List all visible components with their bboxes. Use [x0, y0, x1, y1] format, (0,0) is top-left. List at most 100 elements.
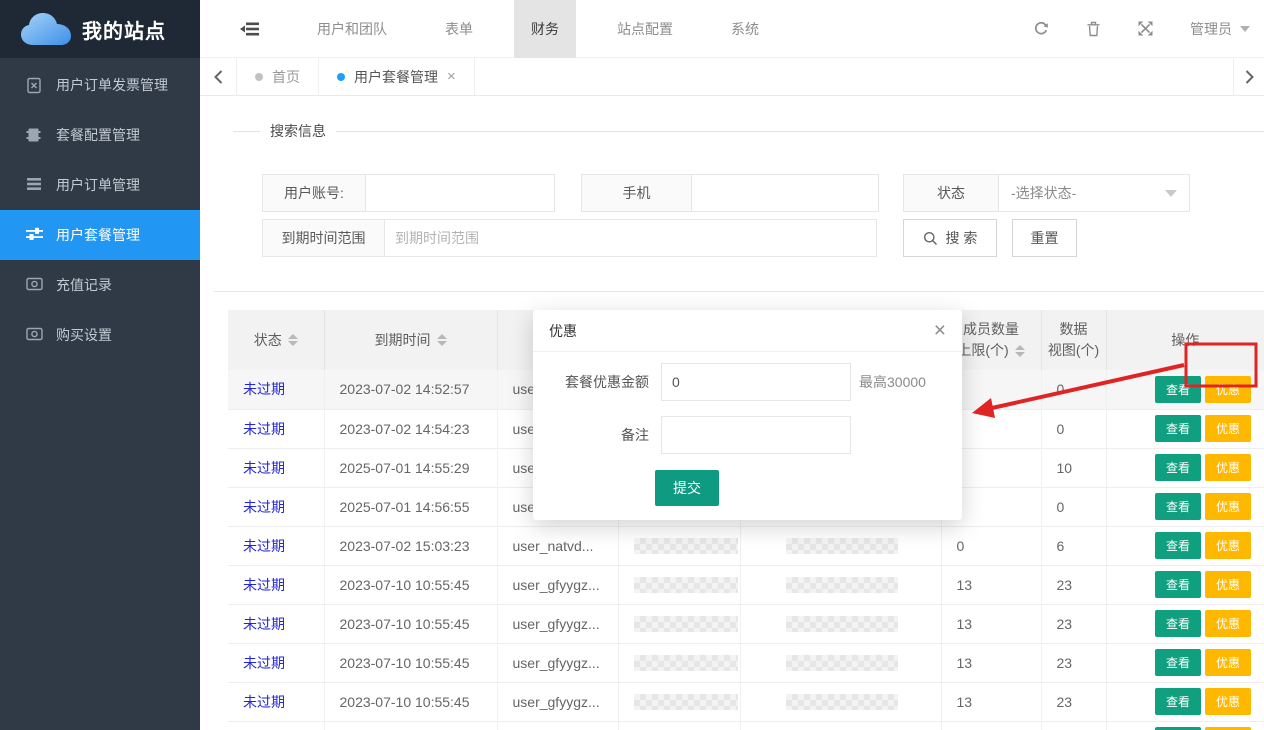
- actions-cell: 查看优惠: [1106, 409, 1264, 448]
- discount-button[interactable]: 优惠: [1205, 688, 1251, 715]
- table-row: 未过期2023-07-10 10:55:45user_gfyygz...1323…: [228, 721, 1264, 730]
- view-button[interactable]: 查看: [1155, 610, 1201, 637]
- expire-time-cell: 2023-07-10 10:55:45: [324, 682, 497, 721]
- discount-button[interactable]: 优惠: [1205, 376, 1251, 403]
- sidebar-item[interactable]: 套餐配置管理: [0, 110, 200, 160]
- expire-time-cell: 2023-07-10 10:55:45: [324, 565, 497, 604]
- nav-item[interactable]: 用户和团队: [300, 0, 404, 58]
- modal-header: 优惠 ×: [533, 310, 962, 352]
- trash-icon[interactable]: [1086, 21, 1101, 37]
- column-header: 操作: [1106, 310, 1264, 370]
- status-badge[interactable]: 未过期: [243, 616, 285, 632]
- column-header[interactable]: 状态: [228, 310, 324, 370]
- table-row: 未过期2023-07-10 10:55:45user_gfyygz...1323…: [228, 682, 1264, 721]
- status-badge[interactable]: 未过期: [243, 655, 285, 671]
- discount-button[interactable]: 优惠: [1205, 454, 1251, 481]
- search-button[interactable]: 搜 索: [903, 219, 997, 257]
- discount-button[interactable]: 优惠: [1205, 610, 1251, 637]
- tab[interactable]: 首页: [237, 58, 319, 95]
- tab-close-icon[interactable]: ×: [447, 69, 456, 84]
- sidebar-item[interactable]: 用户套餐管理: [0, 210, 200, 260]
- sidebar-menu: 用户订单发票管理套餐配置管理用户订单管理用户套餐管理充值记录购买设置: [0, 58, 200, 360]
- discount-button[interactable]: 优惠: [1205, 571, 1251, 598]
- actions-cell: 查看优惠: [1106, 682, 1264, 721]
- tab-label: 首页: [272, 67, 300, 87]
- discount-button[interactable]: 优惠: [1205, 649, 1251, 676]
- view-button[interactable]: 查看: [1155, 376, 1201, 403]
- expire-time-cell: 2023-07-02 15:03:23: [324, 526, 497, 565]
- table-row: 未过期2023-07-10 10:55:45user_gfyygz...1323…: [228, 604, 1264, 643]
- tabs-scroll-left-icon[interactable]: [200, 58, 237, 95]
- sort-icon[interactable]: [288, 334, 298, 346]
- data-view-cell: 23: [1041, 565, 1106, 604]
- view-button[interactable]: 查看: [1155, 571, 1201, 598]
- sidebar-item[interactable]: 用户订单发票管理: [0, 60, 200, 110]
- sidebar-item[interactable]: 充值记录: [0, 260, 200, 310]
- actions-cell: 查看优惠: [1106, 721, 1264, 730]
- sidebar-item-label: 用户套餐管理: [56, 225, 140, 245]
- sidebar-item-label: 用户订单管理: [56, 175, 140, 195]
- column-header[interactable]: 到期时间: [324, 310, 497, 370]
- view-button[interactable]: 查看: [1155, 415, 1201, 442]
- blurred-username: [786, 538, 898, 554]
- actions-cell: 查看优惠: [1106, 604, 1264, 643]
- sidebar: 我的站点 用户订单发票管理套餐配置管理用户订单管理用户套餐管理充值记录购买设置: [0, 0, 200, 730]
- status-select[interactable]: -选择状态-: [998, 174, 1190, 212]
- remark-input[interactable]: [661, 416, 851, 454]
- discount-button[interactable]: 优惠: [1205, 493, 1251, 520]
- blurred-phone: [634, 616, 738, 632]
- fullscreen-icon[interactable]: [1138, 21, 1153, 36]
- status-badge[interactable]: 未过期: [243, 538, 285, 554]
- status-badge[interactable]: 未过期: [243, 499, 285, 515]
- account-cell: user_natvd...: [497, 526, 618, 565]
- view-button[interactable]: 查看: [1155, 532, 1201, 559]
- status-badge[interactable]: 未过期: [243, 381, 285, 397]
- phone-cell: [618, 565, 740, 604]
- status-badge[interactable]: 未过期: [243, 421, 285, 437]
- sort-icon[interactable]: [1015, 345, 1025, 357]
- status-badge[interactable]: 未过期: [243, 460, 285, 476]
- sort-icon[interactable]: [437, 334, 447, 346]
- invoice-file-icon: [26, 77, 43, 94]
- discount-amount-label: 套餐优惠金额: [533, 372, 661, 392]
- modal-close-icon[interactable]: ×: [934, 320, 946, 341]
- status-badge[interactable]: 未过期: [243, 694, 285, 710]
- view-button[interactable]: 查看: [1155, 454, 1201, 481]
- member-limit-cell: 13: [941, 604, 1041, 643]
- sidebar-item[interactable]: 购买设置: [0, 310, 200, 360]
- nav-item[interactable]: 财务: [514, 0, 576, 58]
- collapse-sidebar-icon[interactable]: [240, 20, 260, 38]
- member-limit-cell: 13: [941, 721, 1041, 730]
- logo: 我的站点: [0, 0, 200, 58]
- phone-input[interactable]: [691, 174, 879, 212]
- reset-button[interactable]: 重置: [1012, 219, 1077, 257]
- table-row: 未过期2023-07-02 15:03:23user_natvd...06查看优…: [228, 526, 1264, 565]
- discount-button[interactable]: 优惠: [1205, 532, 1251, 559]
- view-button[interactable]: 查看: [1155, 649, 1201, 676]
- view-button[interactable]: 查看: [1155, 688, 1201, 715]
- modal-title: 优惠: [549, 321, 577, 341]
- data-view-cell: 23: [1041, 721, 1106, 730]
- view-button[interactable]: 查看: [1155, 493, 1201, 520]
- account-input[interactable]: [365, 174, 555, 212]
- blurred-username: [786, 655, 898, 671]
- tabs-scroll-right-icon[interactable]: [1233, 58, 1264, 95]
- submit-button[interactable]: 提交: [655, 470, 719, 506]
- package-config-icon: [26, 127, 43, 144]
- admin-menu[interactable]: 管理员: [1190, 19, 1250, 39]
- sidebar-item[interactable]: 用户订单管理: [0, 160, 200, 210]
- select-caret-icon: [1165, 190, 1177, 197]
- expire-range-input[interactable]: [384, 219, 877, 257]
- tab[interactable]: 用户套餐管理×: [319, 58, 475, 95]
- username-cell: [740, 721, 941, 730]
- nav-item[interactable]: 表单: [428, 0, 490, 58]
- app-window: 我的站点 用户订单发票管理套餐配置管理用户订单管理用户套餐管理充值记录购买设置 …: [0, 0, 1264, 730]
- discount-amount-input[interactable]: [661, 363, 851, 401]
- reset-button-label: 重置: [1031, 228, 1059, 248]
- nav-item[interactable]: 站点配置: [600, 0, 690, 58]
- refresh-icon[interactable]: [1033, 21, 1049, 37]
- nav-item[interactable]: 系统: [714, 0, 776, 58]
- blurred-username: [786, 616, 898, 632]
- discount-button[interactable]: 优惠: [1205, 415, 1251, 442]
- status-badge[interactable]: 未过期: [243, 577, 285, 593]
